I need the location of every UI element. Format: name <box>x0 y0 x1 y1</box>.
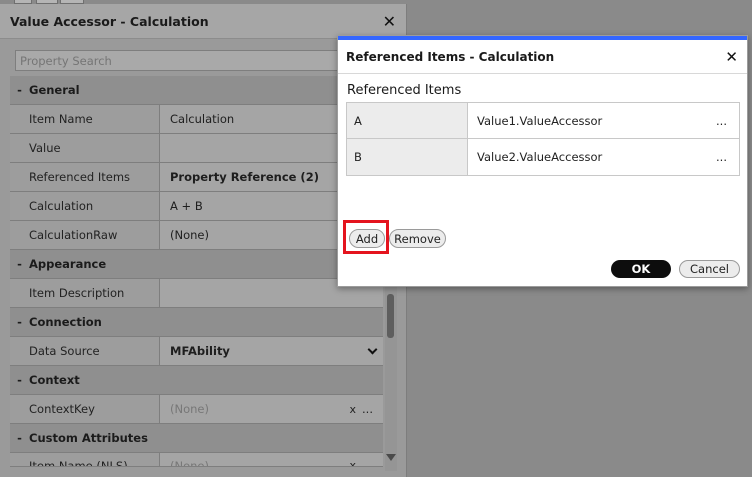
property-label: ContextKey <box>10 395 160 423</box>
reference-value[interactable]: Value2.ValueAccessor ... <box>468 139 739 175</box>
section-label: Appearance <box>29 257 107 271</box>
dialog-title: Referenced Items - Calculation <box>346 49 555 64</box>
section-context[interactable]: - Context <box>10 366 383 395</box>
clear-icon[interactable]: x <box>349 459 356 466</box>
reference-value[interactable]: Value1.ValueAccessor ... <box>468 103 739 138</box>
property-row-calculation: Calculation A + B <box>10 192 383 221</box>
data-source-select[interactable]: MFAbility <box>160 337 383 365</box>
property-label: Value <box>10 134 160 162</box>
property-label: CalculationRaw <box>10 221 160 249</box>
property-row-context-key: ContextKey (None) x ... <box>10 395 383 424</box>
referenced-items-table: A Value1.ValueAccessor ... B Value2.Valu… <box>346 102 740 176</box>
property-label: Data Source <box>10 337 160 365</box>
section-label: Context <box>29 373 80 387</box>
section-connection[interactable]: - Connection <box>10 308 383 337</box>
property-grid: - General Item Name Calculation Value Re… <box>10 76 383 467</box>
property-row-calculation-raw: CalculationRaw (None) <box>10 221 383 250</box>
property-row-data-source: Data Source MFAbility <box>10 337 383 366</box>
collapse-icon[interactable]: - <box>10 431 29 445</box>
section-label: Connection <box>29 315 102 329</box>
scrollbar-thumb[interactable] <box>387 294 394 338</box>
property-label: Calculation <box>10 192 160 220</box>
collapse-icon[interactable]: - <box>10 373 29 387</box>
data-source-value: MFAbility <box>170 344 230 358</box>
dialog-section-label: Referenced Items <box>347 83 462 98</box>
property-label: Referenced Items <box>10 163 160 191</box>
panel-header: Value Accessor - Calculation ✕ <box>0 4 406 39</box>
context-key-field[interactable]: (None) x ... <box>160 395 383 423</box>
property-row-item-name-nls: Item Name (NLS) (None) x <box>10 453 383 467</box>
more-options-icon[interactable]: ... <box>362 402 373 416</box>
clear-icon[interactable]: x <box>349 403 356 416</box>
table-row[interactable]: A Value1.ValueAccessor ... <box>347 103 739 139</box>
collapse-icon[interactable]: - <box>10 257 29 271</box>
reference-key[interactable]: A <box>347 103 468 138</box>
section-label: General <box>29 83 80 97</box>
add-button[interactable]: Add <box>349 229 385 248</box>
reference-path: Value2.ValueAccessor <box>477 150 603 164</box>
section-label: Custom Attributes <box>29 431 148 445</box>
property-row-referenced-items: Referenced Items Property Reference (2) <box>10 163 383 192</box>
context-key-value: (None) <box>170 402 209 416</box>
ok-button[interactable]: OK <box>611 260 671 278</box>
panel-title: Value Accessor - Calculation <box>10 13 209 29</box>
item-name-nls-value: (None) <box>170 459 209 467</box>
scroll-down-arrow-icon[interactable] <box>386 454 396 461</box>
reference-path: Value1.ValueAccessor <box>477 113 603 128</box>
dialog-header: Referenced Items - Calculation ✕ <box>338 40 747 74</box>
property-label: Item Description <box>10 279 160 307</box>
property-row-value: Value <box>10 134 383 163</box>
more-options-icon[interactable]: ... <box>716 150 727 164</box>
remove-button[interactable]: Remove <box>389 229 446 248</box>
close-icon[interactable]: ✕ <box>383 12 396 31</box>
more-options-icon[interactable]: ... <box>716 114 727 128</box>
property-label: Item Name <box>10 105 160 133</box>
cancel-button[interactable]: Cancel <box>679 260 740 278</box>
item-name-nls-field[interactable]: (None) x <box>160 453 383 467</box>
collapse-icon[interactable]: - <box>10 315 29 329</box>
chevron-down-icon[interactable] <box>367 344 378 355</box>
close-icon[interactable]: ✕ <box>725 48 738 66</box>
property-label: Item Name (NLS) <box>10 453 160 466</box>
section-custom-attributes[interactable]: - Custom Attributes <box>10 424 383 453</box>
reference-key[interactable]: B <box>347 139 468 175</box>
section-appearance[interactable]: - Appearance <box>10 250 383 279</box>
property-row-item-description: Item Description <box>10 279 383 308</box>
table-row[interactable]: B Value2.ValueAccessor ... <box>347 139 739 175</box>
referenced-items-dialog: Referenced Items - Calculation ✕ Referen… <box>337 35 748 287</box>
section-general[interactable]: - General <box>10 76 383 105</box>
collapse-icon[interactable]: - <box>10 83 29 97</box>
property-row-item-name: Item Name Calculation <box>10 105 383 134</box>
